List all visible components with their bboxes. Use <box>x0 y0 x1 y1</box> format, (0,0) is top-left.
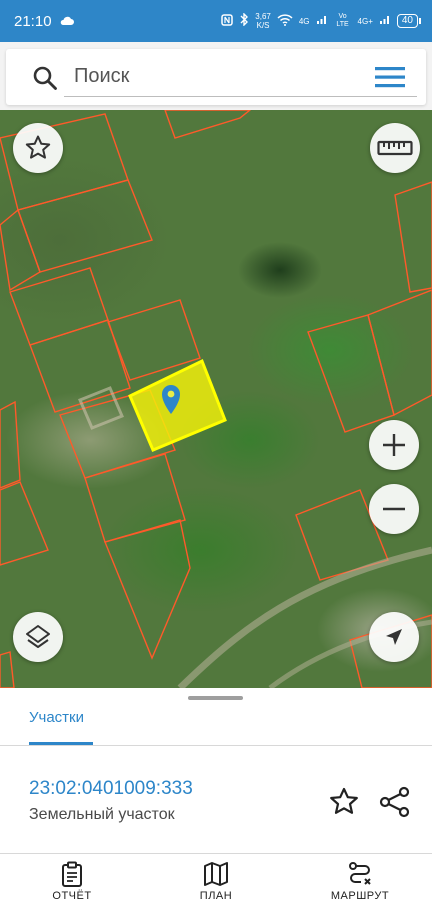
minus-icon <box>383 507 405 511</box>
route-icon <box>349 862 371 885</box>
battery-level: 40 <box>401 15 413 26</box>
tab-bar: Участки <box>0 700 432 746</box>
search-bar <box>0 42 432 110</box>
star-icon <box>25 135 51 159</box>
tab-parcels[interactable]: Участки <box>29 709 84 726</box>
nfc-icon <box>221 13 234 29</box>
parcel-boundary[interactable] <box>307 314 395 433</box>
parcel-boundary[interactable] <box>0 651 15 688</box>
search-icon[interactable] <box>32 65 58 91</box>
signal-label-1: 4G <box>298 16 310 26</box>
parcel-boundary[interactable] <box>17 179 153 273</box>
parcel-boundary[interactable] <box>394 181 432 293</box>
wifi-icon <box>277 13 293 29</box>
layers-button[interactable] <box>13 612 63 662</box>
tab-indicator <box>29 742 93 745</box>
nav-report[interactable]: ОТЧЁТ <box>22 860 122 900</box>
parcel-boundary[interactable] <box>0 208 41 292</box>
cadastral-parcels-layer <box>0 110 432 688</box>
favorites-button[interactable] <box>13 123 63 173</box>
parcel-type: Земельный участок <box>29 806 175 823</box>
plus-icon <box>383 434 405 456</box>
parcel-boundary[interactable] <box>0 400 21 489</box>
signal-icon-2 <box>379 14 391 28</box>
my-location-button[interactable] <box>369 612 419 662</box>
zoom-out-button[interactable] <box>369 484 419 534</box>
volte-label: Vo LTE <box>336 13 349 28</box>
ruler-button[interactable] <box>370 123 420 173</box>
cloud-icon <box>60 13 74 30</box>
selected-parcel[interactable] <box>128 358 227 452</box>
bottom-sheet: Участки 23:02:0401009:333 Земельный учас… <box>0 688 432 900</box>
search-box <box>6 49 426 105</box>
star-icon <box>330 787 358 814</box>
status-time: 21:10 <box>14 12 52 30</box>
parcel-boundary[interactable] <box>0 481 49 566</box>
parcel-boundary[interactable] <box>164 110 252 139</box>
parcel-boundary[interactable] <box>104 519 191 660</box>
add-favorite-button[interactable] <box>328 786 360 818</box>
parcel-cadastral-number[interactable]: 23:02:0401009:333 <box>29 778 193 800</box>
share-icon <box>379 786 410 818</box>
zoom-in-button[interactable] <box>369 420 419 470</box>
status-bar: 21:10 3,67 K/S 4G Vo LTE 4G+ 40 <box>0 0 432 42</box>
clipboard-icon <box>62 861 82 887</box>
ruler-icon <box>377 140 413 156</box>
signal-label-2: 4G+ <box>357 16 373 26</box>
battery-icon: 40 <box>396 14 422 28</box>
nav-route[interactable]: МАРШРУТ <box>310 860 410 900</box>
navigation-arrow-icon <box>386 629 402 645</box>
nav-route-label: МАРШРУТ <box>330 890 390 900</box>
share-button[interactable] <box>378 786 412 818</box>
nav-plan[interactable]: ПЛАН <box>166 860 266 900</box>
bottom-navigation: ОТЧЁТ ПЛАН МАРШРУТ <box>0 853 432 900</box>
map-icon <box>204 862 228 886</box>
net-speed: 3,67 <box>255 12 271 21</box>
parcel-boundary[interactable] <box>9 267 109 346</box>
parcel-boundary[interactable] <box>84 453 186 543</box>
layers-icon <box>26 625 50 648</box>
menu-icon[interactable] <box>374 63 406 91</box>
signal-icon-1 <box>316 14 328 28</box>
nav-report-label: ОТЧЁТ <box>52 890 92 900</box>
parcel-boundary[interactable] <box>367 289 432 417</box>
search-input[interactable] <box>64 57 417 97</box>
nav-plan-label: ПЛАН <box>199 890 233 900</box>
bluetooth-icon <box>239 12 249 29</box>
net-unit: K/S <box>256 21 270 30</box>
map-view[interactable] <box>0 110 432 688</box>
